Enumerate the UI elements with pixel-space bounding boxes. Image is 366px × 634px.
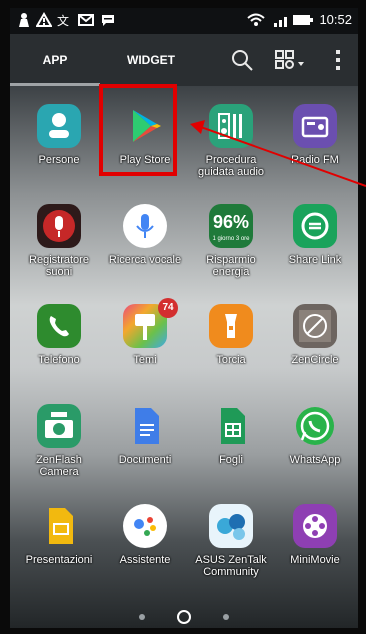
warning-icon [35,12,53,28]
app-whatsapp[interactable]: WhatsApp [272,398,358,494]
app-zentalk[interactable]: ASUS ZenTalk Community [188,498,274,594]
status-bar: 文 10:52 [10,8,358,34]
camera-flash-icon [37,404,81,448]
app-zenflash-camera[interactable]: ZenFlash Camera [16,398,102,494]
tab-app[interactable]: APP [10,34,100,86]
app-audio-wizard[interactable]: Procedura guidata audio [188,98,274,194]
app-sound-recorder[interactable]: Registratore suoni [16,198,102,294]
app-label: Radio FM [291,154,339,166]
active-tab-indicator [10,83,100,86]
app-phone[interactable]: Telefono [16,298,102,394]
notification-badge: 74 [158,298,178,318]
phone-icon [37,304,81,348]
zentalk-icon [209,504,253,548]
docs-icon [123,404,167,448]
app-slides[interactable]: Presentazioni [16,498,102,594]
app-assistant[interactable]: Assistente [102,498,188,594]
app-label: Risparmio energia [206,254,256,278]
share-link-icon [293,204,337,248]
app-power-saver[interactable]: 96% 1 giorno 3 ore Risparmio energia [188,198,274,294]
more-vert-icon[interactable] [332,48,344,72]
mic-icon [37,204,81,248]
home-page-icon[interactable] [177,609,191,624]
voice-search-icon [123,204,167,248]
minimovie-icon [293,504,337,548]
app-label: WhatsApp [289,454,341,466]
app-minimovie[interactable]: MiniMovie [272,498,358,594]
app-flashlight[interactable]: Torcia [188,298,274,394]
tab-widget[interactable]: WIDGET [106,34,196,86]
app-share-link[interactable]: Share Link [272,198,358,294]
page-dot[interactable] [223,613,230,620]
whatsapp-icon [293,404,337,448]
app-label: Persone [38,154,80,166]
view-options-icon[interactable] [274,48,308,72]
flashlight-icon [209,304,253,348]
app-label: Share Link [288,254,342,266]
audio-wizard-icon [209,104,253,148]
app-grid: Persone Play Store Procedura guidata aud… [10,98,358,598]
battery-percent-text: 96% [212,212,250,232]
app-label: Ricerca vocale [108,254,182,266]
sheets-icon [209,404,253,448]
page-dot[interactable] [138,613,145,620]
app-label: Procedura guidata audio [197,154,265,178]
app-persone[interactable]: Persone [16,98,102,194]
app-docs[interactable]: Documenti [102,398,188,494]
page-indicator [10,608,358,626]
translate-icon: 文 [56,12,72,28]
svg-text:文: 文 [57,13,69,28]
drawer-tab-bar: APP WIDGET [10,34,358,86]
signal-icon [273,12,289,28]
app-label: MiniMovie [290,554,340,566]
app-label: Torcia [216,354,246,366]
battery-icon [292,12,313,28]
wifi-icon [247,12,265,28]
app-label: Assistente [119,554,171,566]
app-label: ASUS ZenTalk Community [195,554,267,578]
highlight-box [99,84,177,176]
zencircle-icon [293,304,337,348]
app-label: ZenCircle [291,354,339,366]
app-label: Presentazioni [25,554,93,566]
power-saver-icon: 96% 1 giorno 3 ore [209,204,253,248]
app-themes[interactable]: 74 Temi [102,298,188,394]
assistant-icon [123,504,167,548]
app-label: Telefono [38,354,80,366]
app-sheets[interactable]: Fogli [188,398,274,494]
app-zencircle[interactable]: ZenCircle [272,298,358,394]
chat-icon [100,12,116,28]
app-label: Fogli [219,454,243,466]
app-label: Registratore suoni [29,254,89,278]
app-label: Temi [133,354,157,366]
gmail-icon [78,12,94,28]
phone-screen: 文 10:52 APP WIDGET Persone Play Store Pr… [10,8,358,628]
battery-remaining-text: 1 giorno 3 ore [212,236,250,242]
search-icon[interactable] [230,48,254,72]
app-radio-fm[interactable]: Radio FM [272,98,358,194]
slides-icon [37,504,81,548]
app-label: Documenti [118,454,172,466]
person-icon [16,12,32,28]
radio-icon [293,104,337,148]
clock: 10:52 [319,12,352,27]
device-frame: 文 10:52 APP WIDGET Persone Play Store Pr… [0,0,366,634]
app-voice-search[interactable]: Ricerca vocale [102,198,188,294]
app-label: ZenFlash Camera [36,454,82,478]
contacts-icon [37,104,81,148]
